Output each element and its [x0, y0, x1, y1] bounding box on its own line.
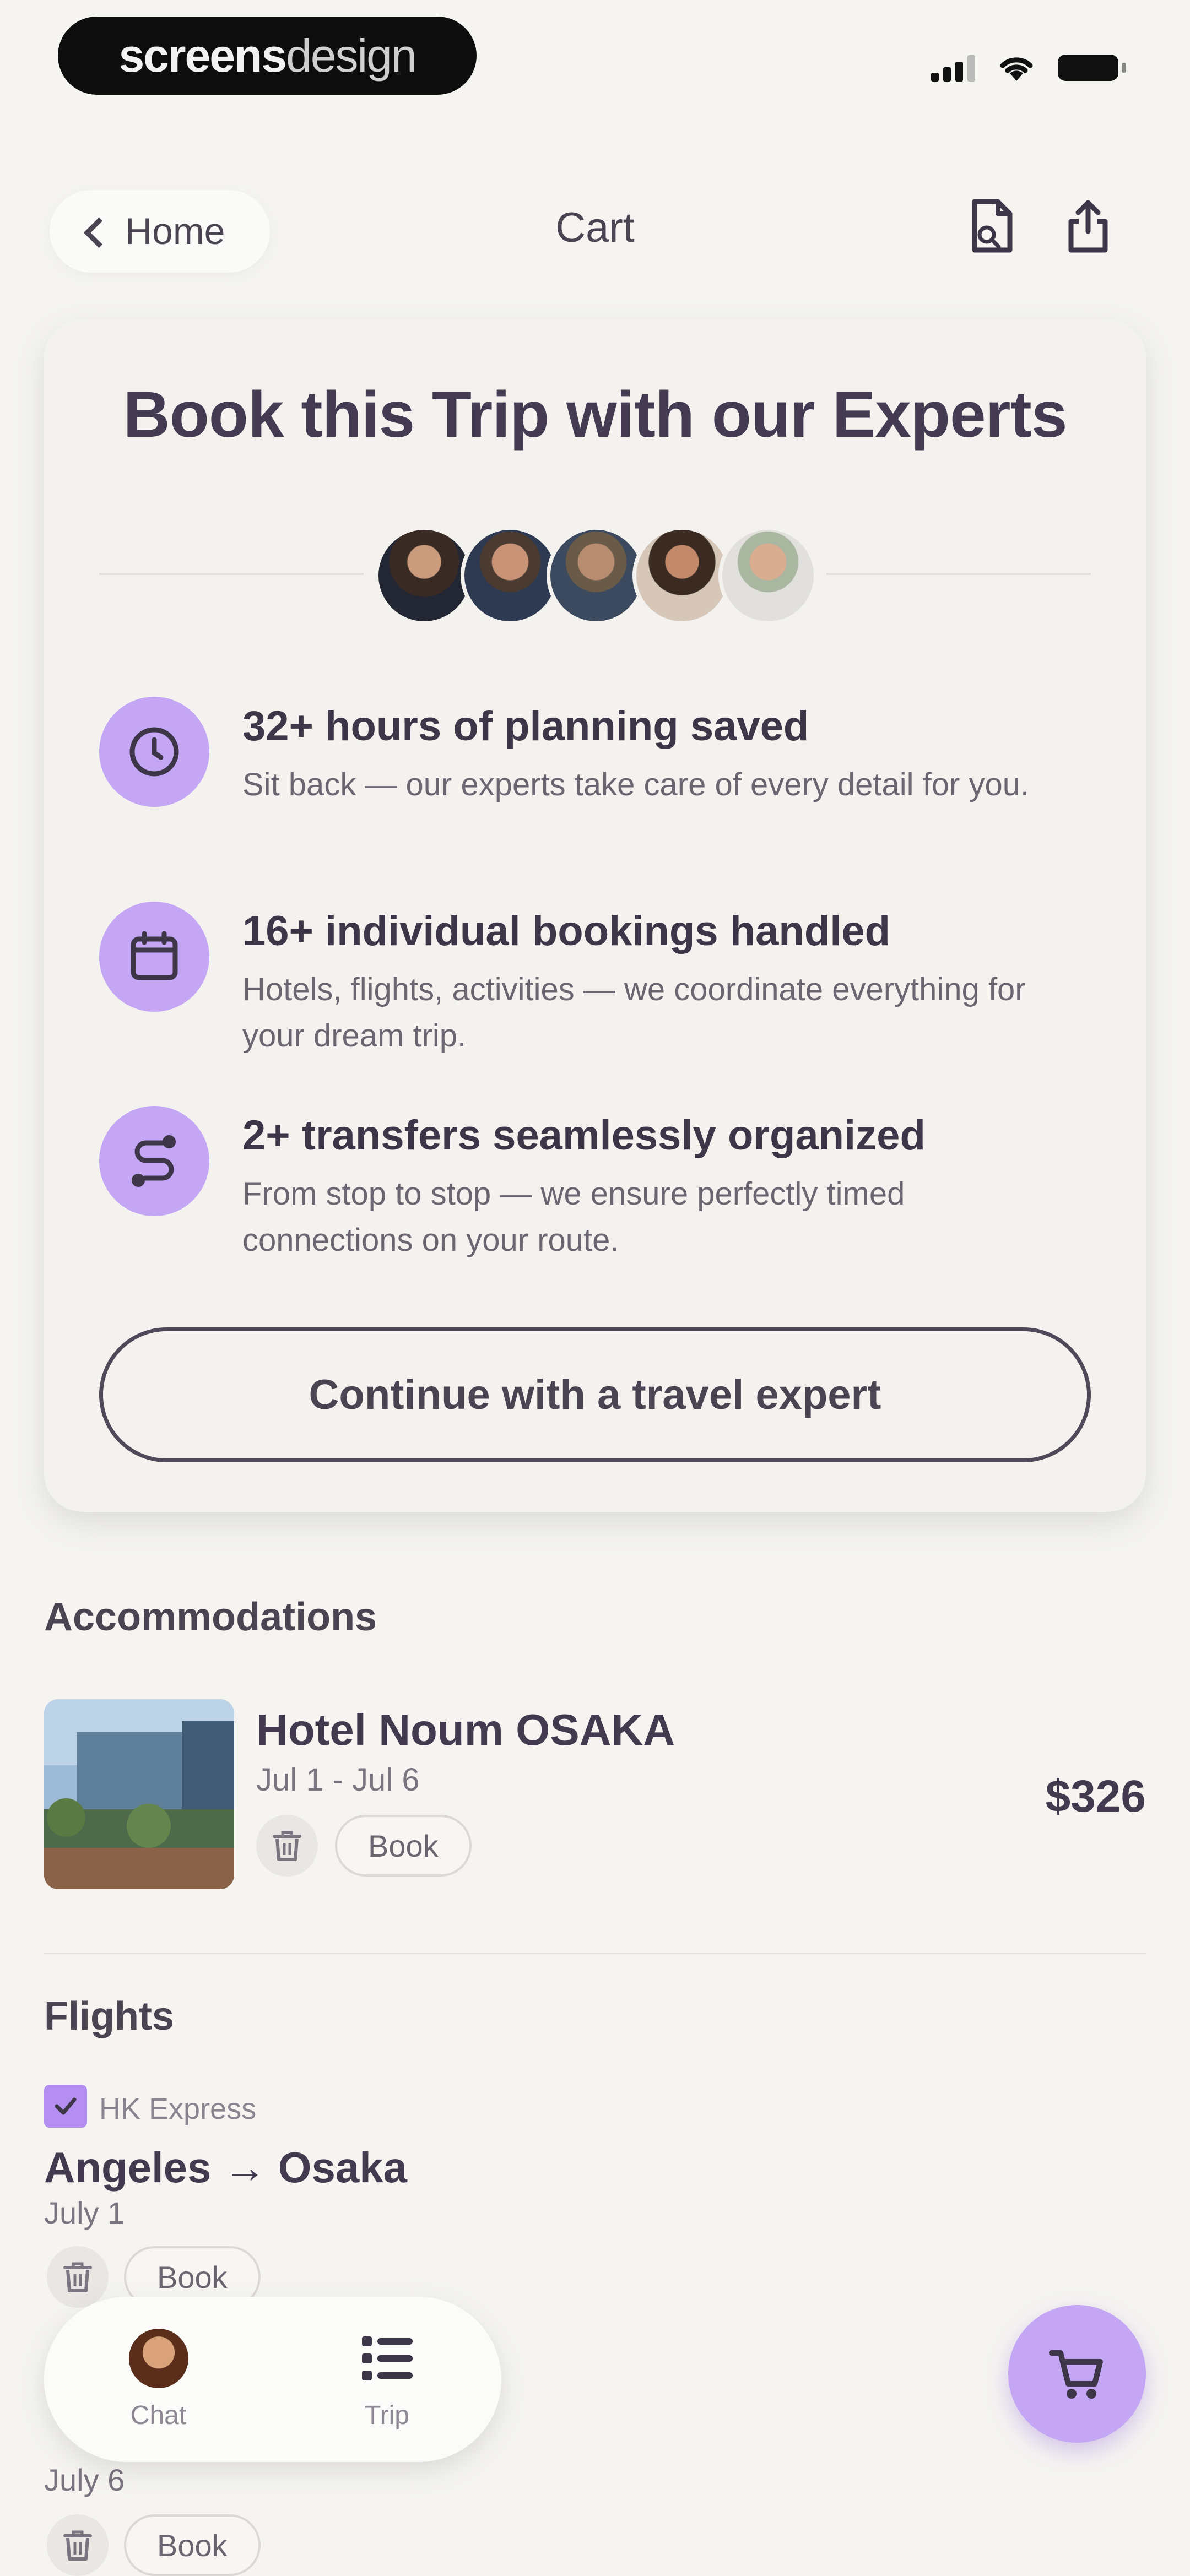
avatar	[375, 526, 474, 625]
brand-bold: screens	[118, 29, 287, 82]
tab-label: Chat	[130, 2400, 187, 2430]
feature-item: 16+ individual bookings handled Hotels, …	[99, 902, 1102, 1059]
expert-avatars	[375, 526, 818, 625]
tab-bar: Chat Trip	[44, 2297, 501, 2462]
accommodations-heading: Accommodations	[44, 1595, 377, 1639]
feature-title: 32+ hours of planning saved	[242, 703, 809, 750]
airline-name: HK Express	[99, 2092, 257, 2125]
delete-button[interactable]	[47, 2246, 109, 2308]
trash-icon	[63, 2530, 92, 2561]
avatar	[128, 2328, 188, 2388]
feature-desc: Sit back — our experts take care of ever…	[242, 766, 1030, 802]
avatar	[547, 526, 646, 625]
document-icon[interactable]	[961, 193, 1022, 259]
battery-icon	[1058, 55, 1126, 81]
trash-icon	[63, 2262, 92, 2292]
cart-icon	[1049, 2350, 1103, 2399]
tab-trip[interactable]: Trip	[358, 2329, 417, 2431]
flight-date: July 1	[44, 2195, 125, 2230]
continue-with-expert-button[interactable]: Continue with a travel expert	[99, 1327, 1091, 1462]
trash-icon	[273, 1831, 301, 1861]
hotel-dates: Jul 1 - Jul 6	[256, 1762, 420, 1798]
feature-item: 2+ transfers seamlessly organized From s…	[99, 1106, 1102, 1263]
feature-title: 16+ individual bookings handled	[242, 908, 891, 955]
flight-date: July 6	[44, 2463, 125, 2497]
divider-right	[826, 573, 1091, 575]
share-icon[interactable]	[1058, 193, 1118, 259]
tab-chat[interactable]: Chat	[128, 2328, 188, 2431]
feature-title: 2+ transfers seamlessly organized	[242, 1112, 926, 1159]
hotel-name[interactable]: Hotel Noum OSAKA	[256, 1705, 675, 1755]
wifi-icon	[1000, 57, 1033, 81]
tab-label: Trip	[365, 2400, 409, 2430]
avatar	[718, 526, 818, 625]
route-icon	[99, 1106, 209, 1216]
delete-button[interactable]	[256, 1815, 318, 1877]
clock-icon	[99, 697, 209, 807]
hotel-price: $326	[1045, 1771, 1146, 1821]
card-title: Book this Trip with our Experts	[123, 378, 1068, 451]
status-icons	[931, 48, 1126, 87]
brand-light: design	[286, 29, 417, 82]
signal-icon	[931, 54, 975, 82]
feature-desc: From stop to stop — we ensure perfectly …	[242, 1175, 905, 1258]
brand-logo: screens design	[58, 17, 477, 95]
expert-card: Book this Trip with our Experts 32+ hour…	[44, 319, 1146, 1512]
feature-desc: Hotels, flights, activities — we coordin…	[242, 971, 1026, 1054]
flight-route[interactable]: Angeles → Osaka	[44, 2143, 407, 2193]
section-divider	[44, 1953, 1146, 1954]
hotel-image[interactable]	[44, 1699, 234, 1889]
book-button[interactable]: Book	[124, 2514, 261, 2576]
flights-heading: Flights	[44, 1994, 174, 2038]
divider-left	[99, 573, 364, 575]
feature-item: 32+ hours of planning saved Sit back — o…	[99, 697, 1102, 808]
list-icon	[361, 2336, 413, 2380]
avatar	[632, 526, 732, 625]
delete-button[interactable]	[47, 2514, 109, 2576]
checkbox-checked-icon[interactable]	[44, 2085, 87, 2128]
calendar-icon	[99, 902, 209, 1012]
cart-button[interactable]	[1008, 2305, 1146, 2443]
avatar	[461, 526, 560, 625]
book-button[interactable]: Book	[335, 1815, 472, 1877]
